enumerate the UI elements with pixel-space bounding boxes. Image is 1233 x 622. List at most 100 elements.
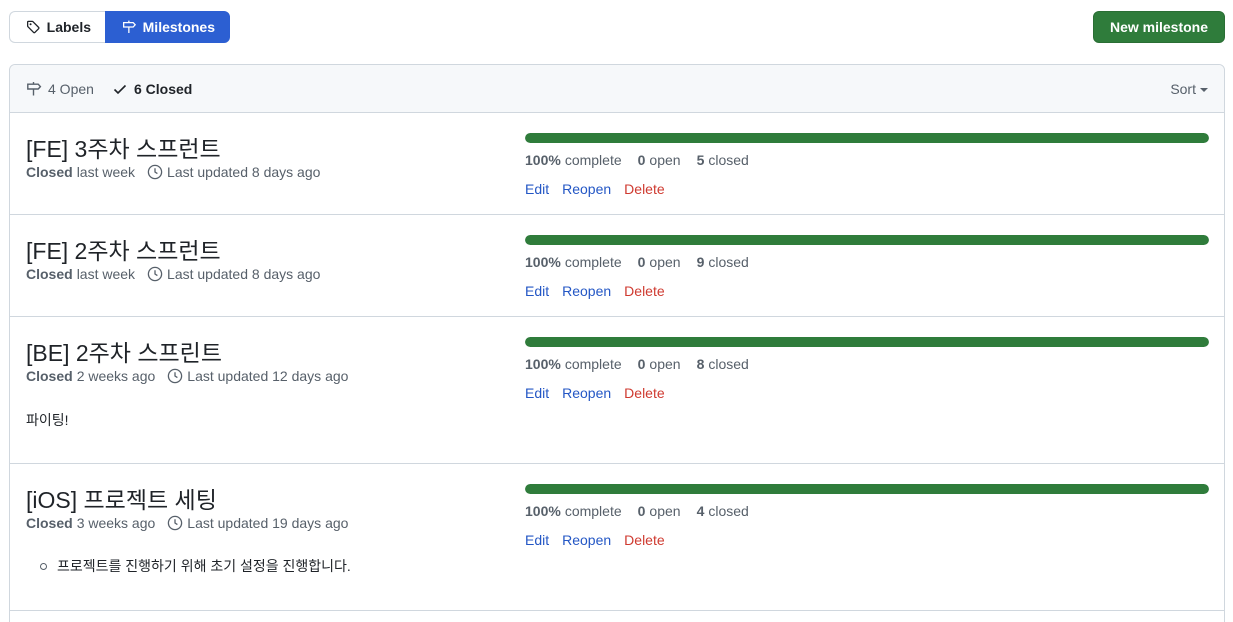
milestone-actions: Edit Reopen Delete: [525, 181, 665, 197]
delete-link[interactable]: Delete: [624, 532, 664, 548]
reopen-link[interactable]: Reopen: [562, 532, 611, 548]
description-list: 프로젝트를 진행하기 위해 초기 설정을 진행합니다.: [26, 556, 351, 576]
milestone-stats: 100% complete 0 open 9 closed: [525, 254, 749, 270]
open-label: open: [649, 152, 681, 168]
top-toolbar: Labels Milestones New milestone: [9, 11, 1225, 43]
closed-when: last week: [76, 266, 136, 282]
percent-label: complete: [564, 254, 622, 270]
delete-link[interactable]: Delete: [624, 283, 664, 299]
circle-bullet-icon: [40, 562, 47, 570]
milestone-actions: Edit Reopen Delete: [525, 532, 665, 548]
closed-label: Closed: [26, 164, 73, 180]
open-count: 0: [637, 254, 646, 270]
progress-fill: [525, 337, 1209, 347]
percent-value: 100%: [525, 356, 561, 372]
closed-filter[interactable]: 6 Closed: [112, 65, 192, 113]
labels-tab-label: Labels: [46, 19, 91, 35]
percent-value: 100%: [525, 503, 561, 519]
clock-icon: [147, 266, 163, 282]
open-count-label: 4 Open: [48, 81, 94, 97]
closed-text: closed: [708, 356, 749, 372]
labels-milestones-toggle: Labels Milestones: [9, 11, 230, 43]
open-label: open: [649, 254, 681, 270]
milestone-title[interactable]: [BE] 2주차 스프린트: [26, 334, 222, 368]
labels-tab[interactable]: Labels: [9, 11, 105, 43]
milestone-title[interactable]: [iOS] 프로젝트 세팅: [26, 481, 217, 515]
last-updated: Last updated 8 days ago: [167, 266, 321, 282]
caret-down-icon: [1200, 88, 1208, 92]
milestones-list: 4 Open 6 Closed Sort [FE] 3주차 스프런트 Close…: [9, 64, 1225, 622]
percent-value: 100%: [525, 254, 561, 270]
open-count: 0: [637, 503, 646, 519]
progress-bar: [525, 133, 1209, 143]
list-item-text: 프로젝트를 진행하기 위해 초기 설정을 진행합니다.: [57, 558, 351, 574]
closed-when: 3 weeks ago: [76, 515, 156, 531]
percent-value: 100%: [525, 152, 561, 168]
milestone-title[interactable]: [FE] 2주차 스프런트: [26, 232, 221, 266]
milestone-meta: Closed last week Last updated 8 days ago: [26, 266, 320, 282]
milestone-meta: Closed last week Last updated 8 days ago: [26, 164, 320, 180]
milestone-meta: Closed 3 weeks ago Last updated 19 days …: [26, 515, 348, 531]
progress-bar: [525, 235, 1209, 245]
progress-fill: [525, 133, 1209, 143]
milestone-icon: [123, 20, 137, 33]
closed-count: 4: [696, 503, 705, 519]
percent-label: complete: [564, 356, 622, 372]
milestone-item: [FE] 3주차 스프런트 Closed last week Last upda…: [10, 113, 1224, 215]
progress-fill: [525, 484, 1209, 494]
closed-count: 9: [696, 254, 705, 270]
open-count: 0: [637, 356, 646, 372]
edit-link[interactable]: Edit: [525, 283, 549, 299]
milestone-item: [iOS] 프로젝트 세팅 Closed 3 weeks ago Last up…: [10, 464, 1224, 611]
milestone-actions: Edit Reopen Delete: [525, 283, 665, 299]
milestones-tab[interactable]: Milestones: [105, 11, 230, 43]
list-item: 프로젝트를 진행하기 위해 초기 설정을 진행합니다.: [26, 556, 351, 576]
closed-count: 8: [696, 356, 705, 372]
percent-label: complete: [564, 152, 622, 168]
delete-link[interactable]: Delete: [624, 181, 664, 197]
sort-label: Sort: [1170, 81, 1196, 97]
closed-label: Closed: [26, 515, 73, 531]
open-count: 0: [637, 152, 646, 168]
open-label: open: [649, 503, 681, 519]
reopen-link[interactable]: Reopen: [562, 385, 611, 401]
new-milestone-button[interactable]: New milestone: [1093, 11, 1225, 43]
tag-icon: [27, 20, 40, 34]
closed-text: closed: [708, 503, 749, 519]
milestone-stats: 100% complete 0 open 4 closed: [525, 503, 749, 519]
list-header: 4 Open 6 Closed Sort: [10, 65, 1224, 113]
closed-count-label: 6 Closed: [134, 81, 193, 97]
milestone-stats: 100% complete 0 open 8 closed: [525, 356, 749, 372]
closed-text: closed: [708, 152, 749, 168]
last-updated: Last updated 8 days ago: [167, 164, 321, 180]
reopen-link[interactable]: Reopen: [562, 283, 611, 299]
milestone-description: 파이팅!: [26, 412, 69, 428]
closed-when: last week: [76, 164, 136, 180]
clock-icon: [147, 164, 163, 180]
progress-bar: [525, 484, 1209, 494]
percent-label: complete: [564, 503, 622, 519]
milestone-actions: Edit Reopen Delete: [525, 385, 665, 401]
reopen-link[interactable]: Reopen: [562, 181, 611, 197]
delete-link[interactable]: Delete: [624, 385, 664, 401]
sort-dropdown[interactable]: Sort: [1170, 65, 1208, 113]
closed-when: 2 weeks ago: [76, 368, 156, 384]
milestones-tab-label: Milestones: [142, 19, 215, 35]
milestone-item: [BE] 2주차 스프린트 Closed 2 weeks ago Last up…: [10, 317, 1224, 464]
progress-fill: [525, 235, 1209, 245]
edit-link[interactable]: Edit: [525, 532, 549, 548]
edit-link[interactable]: Edit: [525, 385, 549, 401]
clock-icon: [168, 368, 183, 384]
clock-icon: [168, 515, 183, 531]
open-filter[interactable]: 4 Open: [26, 65, 94, 113]
open-label: open: [649, 356, 681, 372]
last-updated: Last updated 12 days ago: [187, 368, 349, 384]
check-icon: [113, 84, 127, 95]
milestone-title[interactable]: [FE] 3주차 스프런트: [26, 130, 221, 164]
milestone-icon: [27, 82, 42, 96]
milestone-stats: 100% complete 0 open 5 closed: [525, 152, 749, 168]
closed-label: Closed: [26, 266, 73, 282]
closed-count: 5: [696, 152, 705, 168]
closed-label: Closed: [26, 368, 73, 384]
edit-link[interactable]: Edit: [525, 181, 549, 197]
